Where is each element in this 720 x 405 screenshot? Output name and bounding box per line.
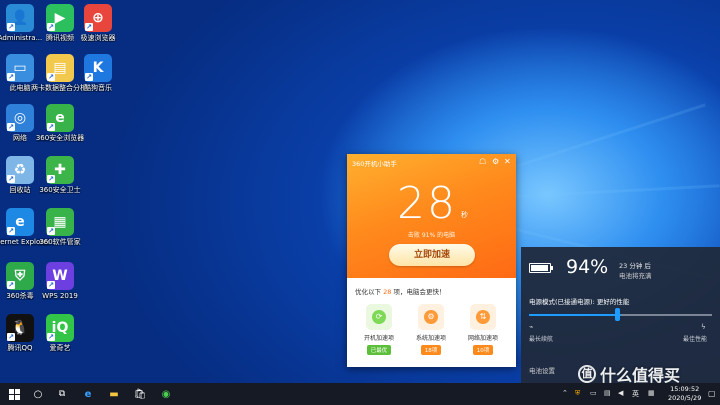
- accel-item-icon: ⚙: [418, 304, 444, 330]
- shortcut-arrow-icon: ↗: [7, 73, 15, 81]
- accel-item[interactable]: ⇅ 网络加速项 10项: [463, 304, 503, 355]
- clock[interactable]: 15:09:52 2020/5/29: [668, 385, 701, 403]
- accel-item-badge: 已最优: [366, 345, 392, 355]
- accel-item-name: 网络加速项: [467, 335, 498, 342]
- accel-item-badge: 10项: [472, 345, 494, 355]
- desktop-icon[interactable]: W ↗ WPS 2019: [30, 262, 90, 300]
- slider-thumb[interactable]: [615, 308, 620, 321]
- desktop-icon[interactable]: ✚ ↗ 360安全卫士: [30, 156, 90, 194]
- battery-settings-link[interactable]: 电池设置: [529, 365, 555, 375]
- battery-time: 23 分钟 后: [619, 262, 651, 270]
- tool360-header: 360开机小助手 ☖ ⚙ ✕ 28 秒 击败 91% 的电脑 立即加速: [347, 154, 516, 278]
- optimize-count: 28: [383, 288, 392, 296]
- start-button[interactable]: [6, 386, 22, 402]
- shortcut-arrow-icon: ↗: [7, 333, 15, 341]
- shortcut-arrow-icon: ↗: [47, 123, 55, 131]
- shortcut-arrow-icon: ↗: [85, 73, 93, 81]
- accel-item[interactable]: ⟳ 开机加速项已最优: [359, 304, 399, 355]
- shortcut-arrow-icon: ↗: [7, 281, 15, 289]
- seconds-unit: 秒: [461, 211, 468, 219]
- desktop-icon-label: 此电脑: [9, 84, 31, 92]
- desktop-icon-label: 网络: [13, 134, 27, 142]
- tool360-title: 360开机小助手: [352, 160, 397, 168]
- desktop-icon-label: 360安全浏览器: [35, 134, 85, 142]
- bolt-icon: ϟ: [701, 323, 706, 331]
- desktop-icon[interactable]: e ↗ 360安全浏览器: [30, 104, 90, 142]
- shortcut-arrow-icon: ↗: [47, 227, 55, 235]
- shortcut-arrow-icon: ↗: [7, 123, 15, 131]
- desktop-icon-label: 腾讯QQ: [7, 344, 33, 352]
- accel-item-icon: ⟳: [366, 304, 392, 330]
- slider-right-label: 最佳性能: [683, 336, 708, 343]
- optimize-suffix: 项，电脑会更快！: [393, 288, 446, 296]
- shortcut-arrow-icon: ↗: [7, 227, 15, 235]
- tray-chevron-icon[interactable]: ⌃: [562, 389, 568, 397]
- desktop-icon-label: 极速浏览器: [80, 34, 116, 42]
- shortcut-arrow-icon: ↗: [7, 23, 15, 31]
- tool360-window: 360开机小助手 ☖ ⚙ ✕ 28 秒 击败 91% 的电脑 立即加速 优化以下…: [347, 154, 516, 367]
- accel-item-icon: ⇅: [470, 304, 496, 330]
- tray-360-icon[interactable]: ⛨: [575, 389, 580, 398]
- close-icon[interactable]: ✕: [504, 157, 511, 166]
- optimize-prefix: 优化以下: [355, 288, 381, 296]
- tray-app-icon[interactable]: ▦: [648, 389, 655, 397]
- desktop-icon-label: 360软件管家: [39, 238, 81, 246]
- desktop-icon[interactable]: K ↗ 酷狗音乐: [68, 54, 128, 92]
- notification-icon[interactable]: ▢: [708, 389, 716, 398]
- shortcut-arrow-icon: ↗: [47, 333, 55, 341]
- file-explorer-icon[interactable]: ▬: [106, 386, 122, 402]
- accel-item-name: 系统加速项: [415, 335, 446, 342]
- shortcut-arrow-icon: ↗: [7, 175, 15, 183]
- battery-percent: 94%: [566, 256, 609, 278]
- accel-item[interactable]: ⚙ 系统加速项 18项: [411, 304, 451, 355]
- desktop-icon-image: ▦ ↗: [46, 208, 74, 236]
- desktop-icon[interactable]: ⊕ ↗ 极速浏览器: [68, 4, 128, 42]
- edge-icon[interactable]: e: [80, 386, 96, 402]
- store-icon[interactable]: 🛍: [132, 386, 148, 402]
- slider-left-label: 最长续航: [529, 336, 554, 343]
- clock-time: 15:09:52: [670, 385, 700, 393]
- settings-icon[interactable]: ⚙: [492, 157, 499, 166]
- shortcut-arrow-icon: ↗: [47, 281, 55, 289]
- desktop-icon-label: WPS 2019: [42, 292, 78, 300]
- desktop-icon-label: 360安全卫士: [39, 186, 81, 194]
- shortcut-arrow-icon: ↗: [47, 23, 55, 31]
- desktop-icon-image: ✚ ↗: [46, 156, 74, 184]
- accel-item-badge: 18项: [420, 345, 442, 355]
- desktop-icon-label: 酷狗音乐: [84, 84, 112, 92]
- desktop-icon-image: ⊕ ↗: [84, 4, 112, 32]
- tray-battery-icon[interactable]: ▭: [590, 389, 597, 397]
- desktop-icon-image: iQ ↗: [46, 314, 74, 342]
- accel-item-name: 开机加速项: [363, 335, 394, 342]
- tray-language[interactable]: 英: [632, 389, 639, 399]
- shortcut-arrow-icon: ↗: [47, 175, 55, 183]
- 360-browser-icon[interactable]: ◉: [158, 386, 174, 402]
- battery-state: 电池将充满: [619, 272, 652, 280]
- desktop-icon-image: K ↗: [84, 54, 112, 82]
- battery-icon: [529, 263, 553, 273]
- power-mode-slider[interactable]: [529, 314, 712, 316]
- task-view-icon[interactable]: ⧉: [54, 386, 70, 402]
- boost-button[interactable]: 立即加速: [389, 244, 475, 266]
- search-icon[interactable]: ○: [30, 386, 46, 402]
- desktop-icon-image: W ↗: [46, 262, 74, 290]
- desktop-icon-image: e ↗: [46, 104, 74, 132]
- tray-volume-icon[interactable]: ◀: [618, 389, 623, 397]
- shortcut-arrow-icon: ↗: [85, 23, 93, 31]
- optimize-text: 优化以下 28 项，电脑会更快！: [355, 286, 445, 296]
- skin-icon[interactable]: ☖: [479, 157, 486, 166]
- desktop-icon-label: 回收站: [9, 186, 31, 194]
- watermark-logo-icon: 值: [578, 365, 596, 383]
- taskbar: ○ ⧉ e ▬ 🛍 ◉ ⌃ ⛨ ▭ ▤ ◀ 英 ▦ 15:09:52 2020/…: [0, 383, 720, 405]
- leaf-icon: ⌁: [529, 323, 534, 331]
- power-mode-label: 电源模式(已接通电源): 更好的性能: [529, 298, 630, 306]
- tray-network-icon[interactable]: ▤: [604, 389, 611, 397]
- boot-seconds: 28: [397, 178, 457, 229]
- desktop-icon-label: 爱奇艺: [49, 344, 71, 352]
- beat-text: 击败 91% 的电脑: [407, 232, 456, 239]
- desktop-icon[interactable]: ▦ ↗ 360软件管家: [30, 208, 90, 246]
- shortcut-arrow-icon: ↗: [47, 73, 55, 81]
- clock-date: 2020/5/29: [668, 394, 702, 402]
- desktop-icon[interactable]: iQ ↗ 爱奇艺: [30, 314, 90, 352]
